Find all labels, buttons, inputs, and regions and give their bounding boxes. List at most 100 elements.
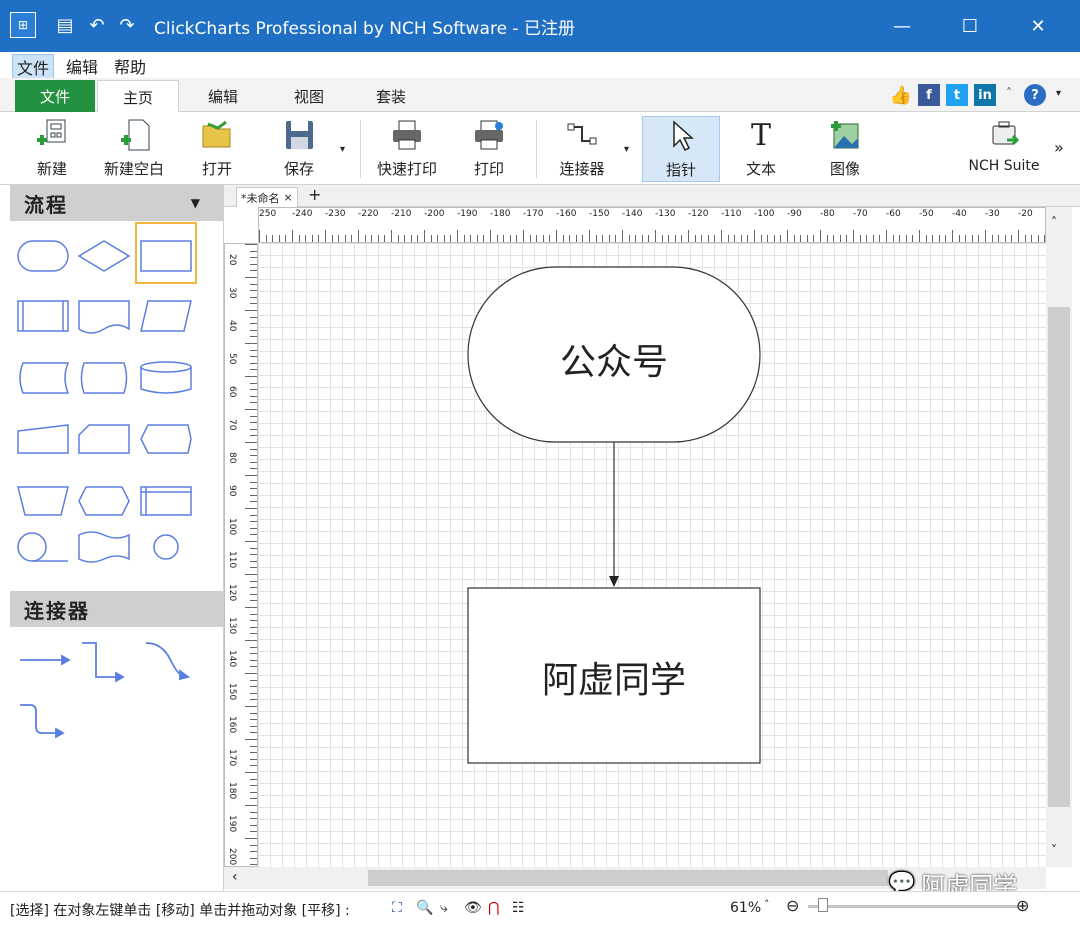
add-tab-button[interactable]: + bbox=[308, 185, 321, 204]
text-button[interactable]: T 文本 bbox=[738, 116, 784, 182]
doc-tab[interactable]: *未命名 × bbox=[236, 187, 298, 207]
magnet-icon[interactable]: ⋂ bbox=[488, 900, 499, 916]
tab-home[interactable]: 主页 bbox=[97, 80, 179, 113]
help-dropdown-icon[interactable]: ▾ bbox=[1056, 88, 1061, 99]
h-ruler-label: -70 bbox=[853, 209, 868, 219]
zoom-caret-icon[interactable]: ˄ bbox=[764, 898, 770, 911]
new-button[interactable]: 新建 bbox=[24, 116, 80, 182]
quick-print-button[interactable]: 快速打印 bbox=[372, 116, 442, 182]
h-ruler-tick bbox=[780, 235, 782, 242]
vertical-scroll-thumb[interactable] bbox=[1048, 307, 1070, 807]
drawing-canvas[interactable]: 公众号 阿虚同学 bbox=[258, 243, 1046, 867]
open-button[interactable]: 打开 bbox=[194, 116, 240, 182]
save-quick-icon[interactable]: ▤ bbox=[52, 12, 78, 38]
redo-icon[interactable]: ↷ bbox=[114, 12, 140, 38]
h-ruler-tick bbox=[463, 235, 465, 242]
zoom-slider-thumb[interactable] bbox=[818, 898, 828, 912]
h-ruler-tick bbox=[351, 235, 353, 242]
image-button[interactable]: 图像 bbox=[822, 116, 868, 182]
zoom-tool-icon[interactable]: 🔍 bbox=[416, 900, 433, 916]
collapse-ribbon-icon[interactable]: ˄ bbox=[1006, 86, 1012, 100]
h-ruler-tick bbox=[991, 235, 993, 242]
facebook-icon[interactable]: f bbox=[918, 84, 940, 106]
connector-button[interactable]: 连接器 bbox=[554, 116, 610, 182]
save-button[interactable]: 保存 bbox=[276, 116, 322, 182]
scroll-down-icon[interactable]: ˅ bbox=[1051, 843, 1057, 857]
connector-tool-icon[interactable]: ⤷ bbox=[440, 900, 448, 916]
v-ruler-label: 100 bbox=[227, 518, 237, 536]
connector-dropdown-icon[interactable]: ▾ bbox=[624, 144, 629, 155]
maximize-button[interactable]: ☐ bbox=[938, 0, 1002, 52]
select-tool-icon[interactable]: ⛶ bbox=[392, 900, 402, 916]
v-ruler-tick bbox=[250, 455, 257, 457]
zoom-out-button[interactable]: ⊖ bbox=[786, 896, 799, 915]
vertical-scrollbar[interactable]: ˄ ˅ bbox=[1046, 207, 1072, 867]
chevron-down-icon[interactable]: ▼ bbox=[191, 196, 202, 210]
zoom-level[interactable]: 61% bbox=[730, 900, 761, 916]
tab-suite[interactable]: 套装 bbox=[358, 80, 424, 112]
direct-data-shape bbox=[80, 362, 128, 394]
save-dropdown-icon[interactable]: ▾ bbox=[340, 144, 345, 155]
v-ruler-tick bbox=[250, 785, 257, 787]
close-button[interactable]: ✕ bbox=[1006, 0, 1070, 52]
h-ruler-tick bbox=[259, 230, 260, 242]
new-blank-button[interactable]: 新建空白 bbox=[96, 116, 172, 182]
zoom-slider[interactable] bbox=[808, 905, 1018, 908]
h-ruler-tick bbox=[767, 235, 769, 242]
h-ruler-tick bbox=[1018, 230, 1019, 242]
minimize-button[interactable]: — bbox=[870, 0, 934, 52]
terminator-text[interactable]: 公众号 bbox=[468, 333, 760, 385]
h-ruler-tick bbox=[1011, 235, 1013, 242]
h-ruler-tick bbox=[773, 235, 775, 242]
tab-edit[interactable]: 编辑 bbox=[190, 80, 256, 112]
h-ruler-tick bbox=[589, 230, 590, 242]
v-ruler-tick bbox=[250, 356, 257, 358]
menu-file[interactable]: 文件 bbox=[12, 54, 55, 80]
h-ruler-tick bbox=[760, 235, 762, 242]
menu-help[interactable]: 帮助 bbox=[110, 54, 150, 78]
status-bar: [选择] 在对象左键单击 [移动] 单击并拖动对象 [平移] : ⛶ 🔍 ⤷ 👁… bbox=[0, 891, 1080, 931]
twitter-icon[interactable]: t bbox=[946, 84, 968, 106]
v-ruler-tick bbox=[250, 613, 257, 615]
h-ruler-tick bbox=[886, 230, 887, 242]
align-icon[interactable]: ☷ bbox=[512, 900, 525, 916]
view-icon[interactable]: 👁 bbox=[464, 900, 482, 916]
process-text[interactable]: 阿虚同学 bbox=[468, 651, 760, 703]
v-ruler-tick bbox=[245, 277, 257, 278]
close-tab-icon[interactable]: × bbox=[284, 191, 293, 204]
ribbon-more-button[interactable]: » bbox=[1054, 138, 1064, 157]
h-ruler-label: -190 bbox=[457, 209, 478, 219]
pointer-button[interactable]: 指针 bbox=[642, 116, 720, 182]
nch-suite-button[interactable]: NCH Suite bbox=[966, 116, 1042, 182]
tab-view[interactable]: 视图 bbox=[276, 80, 342, 112]
v-ruler-tick bbox=[250, 851, 257, 853]
v-ruler-tick bbox=[250, 824, 257, 826]
h-ruler-tick bbox=[476, 235, 478, 242]
v-ruler-tick bbox=[245, 541, 257, 542]
window-title: ClickCharts Professional by NCH Software… bbox=[154, 19, 575, 39]
menu-edit[interactable]: 编辑 bbox=[62, 54, 102, 78]
h-ruler-tick bbox=[971, 235, 973, 242]
v-ruler-label: 20 bbox=[227, 254, 237, 266]
h-ruler-tick bbox=[278, 235, 280, 242]
v-ruler-label: 70 bbox=[227, 419, 237, 431]
v-ruler-tick bbox=[250, 732, 257, 734]
linkedin-icon[interactable]: in bbox=[974, 84, 996, 106]
terminator-shape bbox=[17, 240, 69, 272]
horizontal-scroll-thumb[interactable] bbox=[368, 870, 888, 886]
v-ruler-tick bbox=[250, 263, 257, 265]
undo-icon[interactable]: ↶ bbox=[84, 12, 110, 38]
print-button[interactable]: 打印 bbox=[466, 116, 512, 182]
thumbs-up-icon[interactable]: 👍 bbox=[890, 84, 912, 106]
h-ruler-tick bbox=[892, 235, 894, 242]
flowchart-section-header[interactable]: 流程 ▼ bbox=[10, 185, 224, 221]
h-ruler-tick bbox=[358, 230, 359, 242]
connector-section-header[interactable]: 连接器 bbox=[10, 591, 224, 627]
tab-file[interactable]: 文件 bbox=[15, 80, 95, 112]
scroll-left-icon[interactable]: ‹ bbox=[232, 869, 238, 885]
help-icon[interactable]: ? bbox=[1024, 84, 1046, 106]
scroll-up-icon[interactable]: ˄ bbox=[1051, 215, 1057, 229]
connector-circle-shape bbox=[153, 534, 179, 560]
zoom-in-button[interactable]: ⊕ bbox=[1016, 896, 1029, 915]
app-icon: ⊞ bbox=[10, 12, 36, 38]
